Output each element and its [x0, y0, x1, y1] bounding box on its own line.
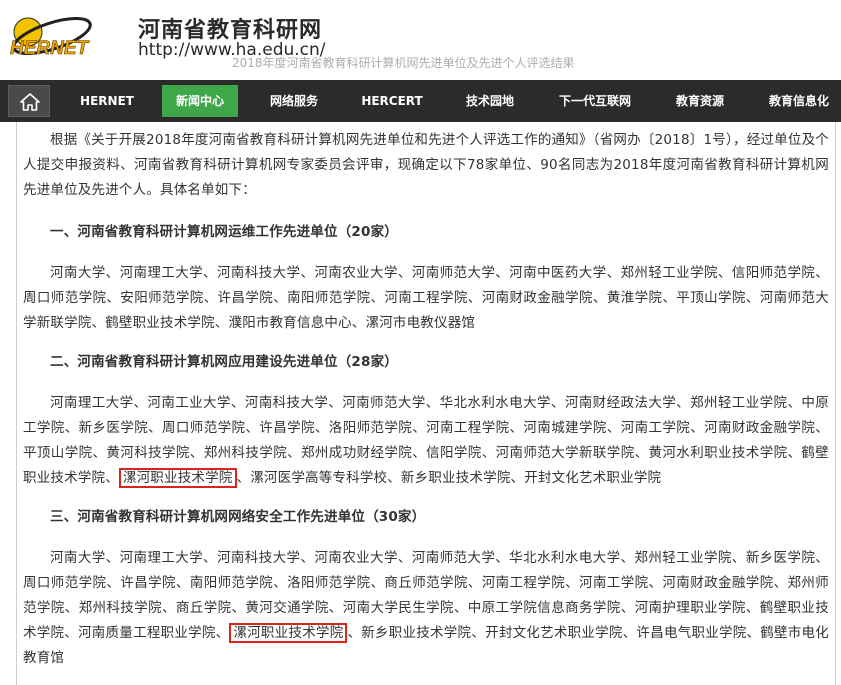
nav-item-edu-resources[interactable]: 教育资源: [664, 80, 736, 122]
highlighted-school: 漯河职业技术学院: [229, 623, 348, 643]
nav-item-network-service[interactable]: 网络服务: [258, 80, 330, 122]
section-list-2: 河南理工大学、河南工业大学、河南科技大学、河南师范大学、华北水利水电大学、河南财…: [23, 391, 829, 491]
section-list-1: 河南大学、河南理工大学、河南科技大学、河南农业大学、河南师范大学、河南中医药大学…: [23, 261, 829, 336]
nav-item-ipv6[interactable]: 下一代互联网: [546, 80, 644, 122]
section-title-2: 二、河南省教育科研计算机网应用建设先进单位（28家）: [50, 354, 398, 370]
nav-item-hernet[interactable]: HERNET: [74, 80, 140, 122]
section-list-1-text: 河南大学、河南理工大学、河南科技大学、河南农业大学、河南师范大学、河南中医药大学…: [23, 265, 829, 331]
article-content: 根据《关于开展2018年度河南省教育科研计算机网先进单位和先进个人评选工作的通知…: [16, 122, 836, 685]
section-title-1: 一、河南省教育科研计算机网运维工作先进单位（20家）: [50, 224, 398, 240]
page-title: 2018年度河南省教育科研计算机网先进单位及先进个人评选结果: [232, 56, 575, 70]
nav-item-hercert[interactable]: HERCERT: [352, 80, 432, 122]
article-intro: 根据《关于开展2018年度河南省教育科研计算机网先进单位和先进个人评选工作的通知…: [23, 132, 829, 198]
nav-item-edu-it[interactable]: 教育信息化: [757, 80, 841, 122]
main-nav: HERNET 新闻中心 网络服务 HERCERT 技术园地 下一代互联网 教育资…: [0, 80, 841, 122]
nav-item-news[interactable]: 新闻中心: [162, 85, 238, 117]
home-icon: [20, 93, 40, 111]
nav-item-tech[interactable]: 技术园地: [454, 80, 526, 122]
section-title-3: 三、河南省教育科研计算机网网络安全工作先进单位（30家）: [50, 509, 426, 525]
nav-home-button[interactable]: [8, 85, 50, 117]
svg-text:HERNET: HERNET: [10, 38, 90, 59]
hernet-logo[interactable]: HERNET: [6, 6, 124, 70]
section-list-3: 河南大学、河南理工大学、河南科技大学、河南农业大学、河南师范大学、华北水利水电大…: [23, 546, 829, 671]
section-list-2-text-after: 、漯河医学高等专科学校、新乡职业技术学院、开封文化艺术职业学院: [236, 470, 662, 486]
site-header: HERNET 河南省教育科研网 http://www.ha.edu.cn/ 20…: [0, 0, 841, 80]
highlighted-school: 漯河职业技术学院: [118, 468, 237, 488]
